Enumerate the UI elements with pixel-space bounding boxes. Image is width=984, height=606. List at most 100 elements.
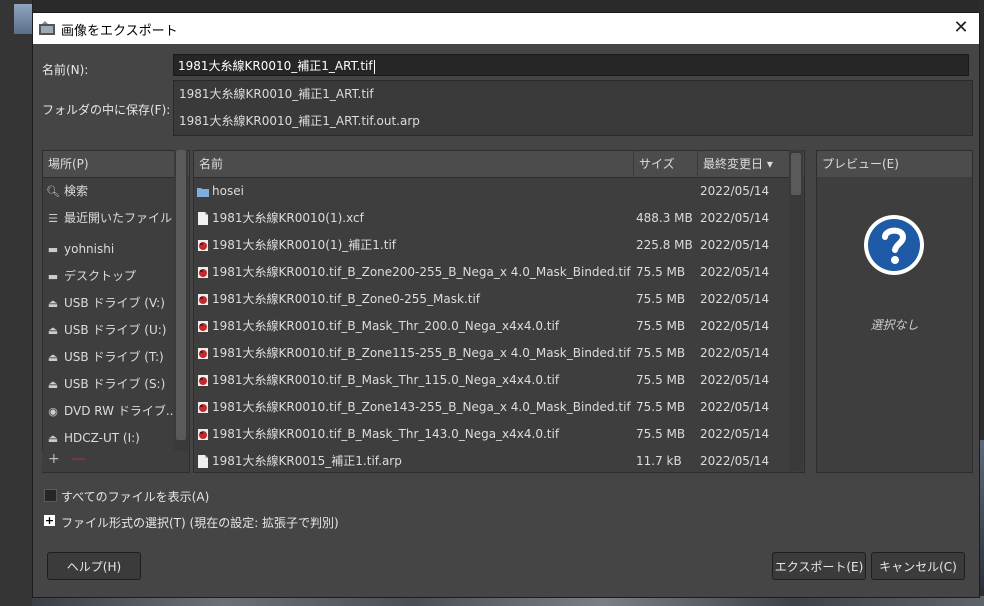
image-file-icon bbox=[198, 375, 208, 386]
sort-chevron-down-icon: ▾ bbox=[766, 157, 773, 171]
folder-label: フォルダの中に保存(F): bbox=[42, 103, 171, 117]
dialog-title: 画像をエクスポート bbox=[61, 24, 178, 39]
add-bookmark-icon[interactable]: + bbox=[48, 451, 60, 467]
filename-input[interactable]: 1981大糸線KR0010_補正1_ART.tif bbox=[173, 54, 969, 76]
export-image-dialog: 画像をエクスポート ✕ 名前(N): 1981大糸線KR0010_補正1_ART… bbox=[32, 12, 980, 598]
name-label: 名前(N): bbox=[42, 63, 89, 77]
file-date: 2022/05/14 bbox=[700, 292, 770, 306]
folder-icon: ▬ bbox=[47, 243, 59, 256]
place-item-drive-v[interactable]: ⏏ USB ドライブ (V:) bbox=[43, 290, 189, 317]
drive-icon: ⏏ bbox=[47, 324, 59, 337]
preview-header[interactable]: プレビュー(E) bbox=[817, 151, 972, 177]
place-item-dvd[interactable]: ◉ DVD RW ドライブ... bbox=[43, 398, 189, 425]
preview-panel: プレビュー(E) 選択なし bbox=[816, 150, 973, 473]
file-size: 75.5 MB bbox=[636, 319, 686, 333]
file-row[interactable]: 1981大糸線KR0010.tif_B_Zone200-255_B_Nega_x… bbox=[194, 259, 804, 286]
file-name: 1981大糸線KR0010(1).xcf bbox=[212, 211, 364, 225]
places-scrollbar[interactable] bbox=[174, 150, 188, 471]
document-icon bbox=[198, 455, 208, 468]
file-date: 2022/05/14 bbox=[700, 319, 770, 333]
expand-plus-icon[interactable]: + bbox=[44, 515, 55, 526]
file-name: 1981大糸線KR0010(1)_補正1.tif bbox=[212, 238, 396, 252]
place-item-home[interactable]: ▬ yohnishi bbox=[43, 236, 189, 263]
place-label: yohnishi bbox=[64, 242, 115, 256]
place-label: USB ドライブ (V:) bbox=[64, 296, 165, 310]
file-type-expander-label[interactable]: ファイル形式の選択(T) (現在の設定: 拡張子で判別) bbox=[61, 514, 339, 531]
place-label: USB ドライブ (S:) bbox=[64, 377, 166, 391]
column-header-name[interactable]: 名前 bbox=[194, 151, 634, 177]
file-name: 1981大糸線KR0010.tif_B_Zone0-255_Mask.tif bbox=[212, 292, 481, 306]
file-size: 11.7 kB bbox=[636, 454, 682, 468]
optical-drive-icon: ◉ bbox=[48, 405, 58, 418]
help-button[interactable]: ヘルプ(H) bbox=[47, 552, 141, 580]
column-header-modified[interactable]: 最終変更日 ▾ bbox=[698, 151, 790, 177]
remove-bookmark-icon[interactable]: — bbox=[72, 451, 86, 467]
file-row[interactable]: 1981大糸線KR0010.tif_B_Mask_Thr_143.0_Nega_… bbox=[194, 421, 804, 448]
show-all-files-label[interactable]: すべてのファイルを表示(A) bbox=[61, 488, 209, 505]
drive-icon: ⏏ bbox=[47, 297, 59, 310]
place-item-drive-t[interactable]: ⏏ USB ドライブ (T:) bbox=[43, 344, 189, 371]
image-file-icon bbox=[198, 348, 208, 359]
column-header-modified-label: 最終変更日 bbox=[703, 157, 764, 171]
file-size: 75.5 MB bbox=[636, 373, 686, 387]
place-item-hdcz[interactable]: ⏏ HDCZ-UT (I:) bbox=[43, 425, 189, 452]
image-file-icon bbox=[198, 267, 208, 278]
places-scroll-thumb[interactable] bbox=[176, 150, 186, 440]
background-thumbnail bbox=[14, 4, 32, 34]
autocomplete-option[interactable]: 1981大糸線KR0010_補正1_ART.tif.out.arp bbox=[174, 108, 972, 135]
place-item-desktop[interactable]: ▬ デスクトップ bbox=[43, 263, 189, 290]
text-caret bbox=[373, 59, 375, 74]
place-label: 検索 bbox=[64, 184, 89, 198]
file-size: 75.5 MB bbox=[636, 292, 686, 306]
file-date: 2022/05/14 bbox=[700, 373, 770, 387]
file-list-scrollbar[interactable] bbox=[789, 150, 803, 471]
no-selection-text: 選択なし bbox=[870, 318, 919, 332]
file-date: 2022/05/14 bbox=[700, 346, 770, 360]
places-footer: + — bbox=[42, 451, 188, 471]
file-date: 2022/05/14 bbox=[700, 238, 770, 252]
places-header[interactable]: 場所(P) bbox=[43, 151, 189, 178]
image-file-icon bbox=[198, 321, 208, 332]
place-item-drive-u[interactable]: ⏏ USB ドライブ (U:) bbox=[43, 317, 189, 344]
close-icon[interactable]: ✕ bbox=[949, 16, 973, 40]
place-item-recent[interactable]: ☰ 最近開いたファイル bbox=[43, 205, 189, 232]
image-file-icon bbox=[198, 402, 208, 413]
file-list-scroll-thumb[interactable] bbox=[791, 153, 801, 195]
file-name: 1981大糸線KR0010.tif_B_Zone115-255_B_Nega_x… bbox=[212, 346, 631, 360]
file-size: 75.5 MB bbox=[636, 265, 686, 279]
file-name: 1981大糸線KR0010.tif_B_Zone143-255_B_Nega_x… bbox=[212, 400, 631, 414]
file-row[interactable]: 1981大糸線KR0010(1)_補正1.tif 225.8 MB 2022/05/… bbox=[194, 232, 804, 259]
file-name: 1981大糸線KR0010.tif_B_Zone200-255_B_Nega_x… bbox=[212, 265, 631, 279]
places-panel: 場所(P) 🔍︎ 検索 ☰ 最近開いたファイル ▬ yohnishi ▬ デスクトップ … bbox=[42, 150, 190, 473]
image-file-icon bbox=[198, 240, 208, 251]
file-name: 1981大糸線KR0010.tif_B_Mask_Thr_200.0_Nega_… bbox=[212, 319, 560, 333]
autocomplete-popup: 1981大糸線KR0010_補正1_ART.tif 1981大糸線KR0010_… bbox=[173, 80, 973, 136]
file-row[interactable]: 1981大糸線KR0010.tif_B_Zone0-255_Mask.tif 75… bbox=[194, 286, 804, 313]
place-label: USB ドライブ (T:) bbox=[64, 350, 164, 364]
show-all-files-checkbox[interactable] bbox=[44, 489, 57, 502]
file-row[interactable]: 1981大糸線KR0010.tif_B_Mask_Thr_115.0_Nega_… bbox=[194, 367, 804, 394]
autocomplete-option[interactable]: 1981大糸線KR0010_補正1_ART.tif bbox=[174, 81, 972, 108]
cancel-button[interactable]: キャンセル(C) bbox=[871, 552, 965, 580]
file-row[interactable]: 1981大糸線KR0010.tif_B_Zone143-255_B_Nega_x… bbox=[194, 394, 804, 421]
place-label: HDCZ-UT (I:) bbox=[64, 431, 140, 445]
place-label: デスクトップ bbox=[64, 269, 137, 283]
file-row[interactable]: 1981大糸線KR0015_補正1.tif.arp 11.7 kB 2022/05/… bbox=[194, 448, 804, 472]
file-row[interactable]: 1981大糸線KR0010.tif_B_Zone115-255_B_Nega_x… bbox=[194, 340, 804, 367]
image-file-icon bbox=[198, 429, 208, 440]
file-row[interactable]: hosei 2022/05/14 bbox=[194, 178, 804, 205]
file-row[interactable]: 1981大糸線KR0010.tif_B_Mask_Thr_200.0_Nega_… bbox=[194, 313, 804, 340]
place-item-search[interactable]: 🔍︎ 検索 bbox=[43, 178, 189, 205]
file-row[interactable]: 1981大糸線KR0010(1).xcf 488.3 MB 2022/05/14 bbox=[194, 205, 804, 232]
file-date: 2022/05/14 bbox=[700, 265, 770, 279]
column-header-size[interactable]: サイズ bbox=[634, 151, 698, 177]
gimp-app-icon bbox=[39, 21, 55, 35]
file-rows: hosei 2022/05/14 1981大糸線KR0010(1).xcf 488.3… bbox=[194, 178, 804, 472]
file-size: 75.5 MB bbox=[636, 400, 686, 414]
drive-icon: ⏏ bbox=[47, 351, 59, 364]
export-button[interactable]: エクスポート(E) bbox=[772, 552, 866, 580]
place-item-drive-s[interactable]: ⏏ USB ドライブ (S:) bbox=[43, 371, 189, 398]
place-label: 最近開いたファイル bbox=[64, 211, 173, 225]
image-file-icon bbox=[198, 294, 208, 305]
file-name: 1981大糸線KR0010.tif_B_Mask_Thr_115.0_Nega_… bbox=[212, 373, 560, 387]
